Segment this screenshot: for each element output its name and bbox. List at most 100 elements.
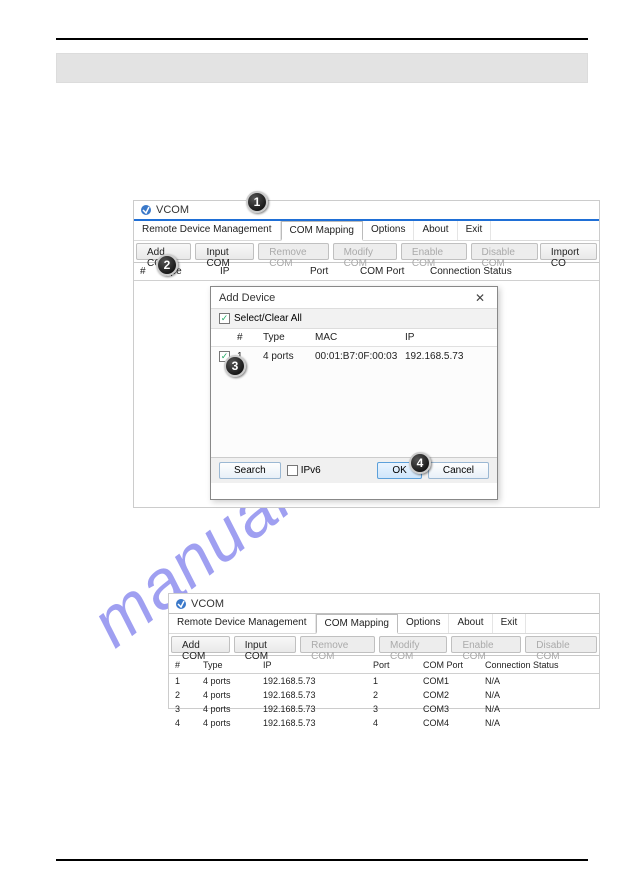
device-row[interactable]: 1 4 ports 00:01:B7:0F:00:03 192.168.5.73: [211, 347, 497, 365]
col2-ip: IP: [263, 660, 373, 670]
cell-index: 1: [175, 676, 203, 686]
col2-hash: #: [175, 660, 203, 670]
menu2-exit[interactable]: Exit: [493, 614, 527, 633]
callout-4: 4: [409, 452, 431, 474]
cell-index: 4: [175, 718, 203, 728]
dialog-titlebar: Add Device ✕: [211, 287, 497, 309]
col-ip: IP: [220, 266, 310, 277]
page-header-bar: [56, 53, 588, 83]
callout-1: 1: [246, 191, 268, 213]
table-row[interactable]: 3 4 ports 192.168.5.73 3 COM3 N/A: [169, 702, 599, 716]
cell-port: 4: [373, 718, 423, 728]
input-com-button[interactable]: Input COM: [195, 243, 254, 260]
modify-com-button: Modify COM: [333, 243, 397, 260]
menu-about[interactable]: About: [414, 221, 457, 240]
menu-remote-device-management[interactable]: Remote Device Management: [134, 221, 281, 240]
menu2-about[interactable]: About: [449, 614, 492, 633]
cell-ip: 192.168.5.73: [263, 690, 373, 700]
dialog-footer: Search IPv6 OK Cancel: [211, 457, 497, 483]
col2-com-port: COM Port: [423, 660, 485, 670]
cell-index: 3: [175, 704, 203, 714]
cell-status: N/A: [485, 676, 599, 686]
menu-options[interactable]: Options: [363, 221, 414, 240]
remove-com-button-2: Remove COM: [300, 636, 375, 653]
toolbar: Add COM Input COM Remove COM Modify COM …: [134, 241, 599, 263]
result-table-body: 1 4 ports 192.168.5.73 1 COM1 N/A 2 4 po…: [169, 674, 599, 730]
dlg-col-mac: MAC: [315, 332, 405, 343]
enable-com-button-2: Enable COM: [451, 636, 521, 653]
cell-type: 4 ports: [203, 676, 263, 686]
menu-bar-2: Remote Device Management COM Mapping Opt…: [169, 614, 599, 634]
dlg-col-hash: #: [237, 332, 263, 343]
col2-type: Type: [203, 660, 263, 670]
ipv6-checkbox[interactable]: [287, 465, 298, 476]
cell-com-port: COM4: [423, 718, 485, 728]
window-title: VCOM: [156, 204, 189, 216]
col-port: Port: [310, 266, 360, 277]
ipv6-label: IPv6: [301, 465, 321, 476]
cell-com-port: COM1: [423, 676, 485, 686]
cell-type: 4 ports: [203, 718, 263, 728]
app-icon-2: [175, 598, 187, 610]
select-clear-all-row[interactable]: Select/Clear All: [211, 309, 497, 329]
cell-port: 1: [373, 676, 423, 686]
menu-com-mapping[interactable]: COM Mapping: [281, 221, 363, 241]
add-com-button-2[interactable]: Add COM: [171, 636, 230, 653]
cell-com-port: COM3: [423, 704, 485, 714]
window-title-2: VCOM: [191, 598, 224, 610]
table-row[interactable]: 1 4 ports 192.168.5.73 1 COM1 N/A: [169, 674, 599, 688]
select-clear-all-label: Select/Clear All: [234, 313, 302, 324]
menu-exit[interactable]: Exit: [458, 221, 492, 240]
table-row[interactable]: 2 4 ports 192.168.5.73 2 COM2 N/A: [169, 688, 599, 702]
col-com-port: COM Port: [360, 266, 430, 277]
disable-com-button: Disable COM: [471, 243, 538, 260]
dlg-col-type: Type: [263, 332, 315, 343]
menu2-com-mapping[interactable]: COM Mapping: [316, 614, 398, 634]
cancel-button[interactable]: Cancel: [428, 462, 489, 479]
enable-com-button: Enable COM: [401, 243, 467, 260]
col2-connection-status: Connection Status: [485, 660, 559, 670]
dlg-col-ip: IP: [405, 332, 489, 343]
callout-2: 2: [156, 254, 178, 276]
page-bottom-rule: [56, 859, 588, 861]
cell-index: 2: [175, 690, 203, 700]
menu2-remote-device-management[interactable]: Remote Device Management: [169, 614, 316, 633]
cell-port: 2: [373, 690, 423, 700]
ipv6-option[interactable]: IPv6: [287, 465, 321, 476]
dialog-table-body: 1 4 ports 00:01:B7:0F:00:03 192.168.5.73: [211, 347, 497, 457]
dialog-table-header: # Type MAC IP: [211, 329, 497, 347]
cell-status: N/A: [485, 704, 599, 714]
cell-ip: 192.168.5.73: [263, 718, 373, 728]
menu-bar: Remote Device Management COM Mapping Opt…: [134, 221, 599, 241]
window-titlebar-2: VCOM: [169, 594, 599, 614]
cell-type: 4 ports: [203, 704, 263, 714]
cell-com-port: COM2: [423, 690, 485, 700]
import-com-button[interactable]: Import CO: [540, 243, 597, 260]
disable-com-button-2: Disable COM: [525, 636, 597, 653]
col2-port: Port: [373, 660, 423, 670]
menu2-options[interactable]: Options: [398, 614, 449, 633]
device-row-mac: 00:01:B7:0F:00:03: [315, 351, 405, 362]
cell-status: N/A: [485, 690, 599, 700]
callout-3: 3: [224, 355, 246, 377]
app-icon: [140, 204, 152, 216]
screenshot-vcom-result: VCOM Remote Device Management COM Mappin…: [168, 593, 600, 709]
cell-status: N/A: [485, 718, 599, 728]
toolbar-2: Add COM Input COM Remove COM Modify COM …: [169, 634, 599, 656]
device-row-type: 4 ports: [263, 351, 315, 362]
close-icon[interactable]: ✕: [471, 289, 489, 307]
cell-ip: 192.168.5.73: [263, 676, 373, 686]
add-device-dialog: Add Device ✕ Select/Clear All # Type MAC…: [210, 286, 498, 500]
input-com-button-2[interactable]: Input COM: [234, 636, 296, 653]
cell-ip: 192.168.5.73: [263, 704, 373, 714]
window-titlebar: VCOM: [134, 201, 599, 221]
search-button[interactable]: Search: [219, 462, 281, 479]
device-row-ip: 192.168.5.73: [405, 351, 489, 362]
select-clear-all-checkbox[interactable]: [219, 313, 230, 324]
col-connection-status: Connection Status: [430, 266, 512, 277]
page-top-rule: [56, 38, 588, 40]
table-row[interactable]: 4 4 ports 192.168.5.73 4 COM4 N/A: [169, 716, 599, 730]
table-header: # Type IP Port COM Port Connection Statu…: [134, 263, 599, 281]
cell-type: 4 ports: [203, 690, 263, 700]
modify-com-button-2: Modify COM: [379, 636, 447, 653]
